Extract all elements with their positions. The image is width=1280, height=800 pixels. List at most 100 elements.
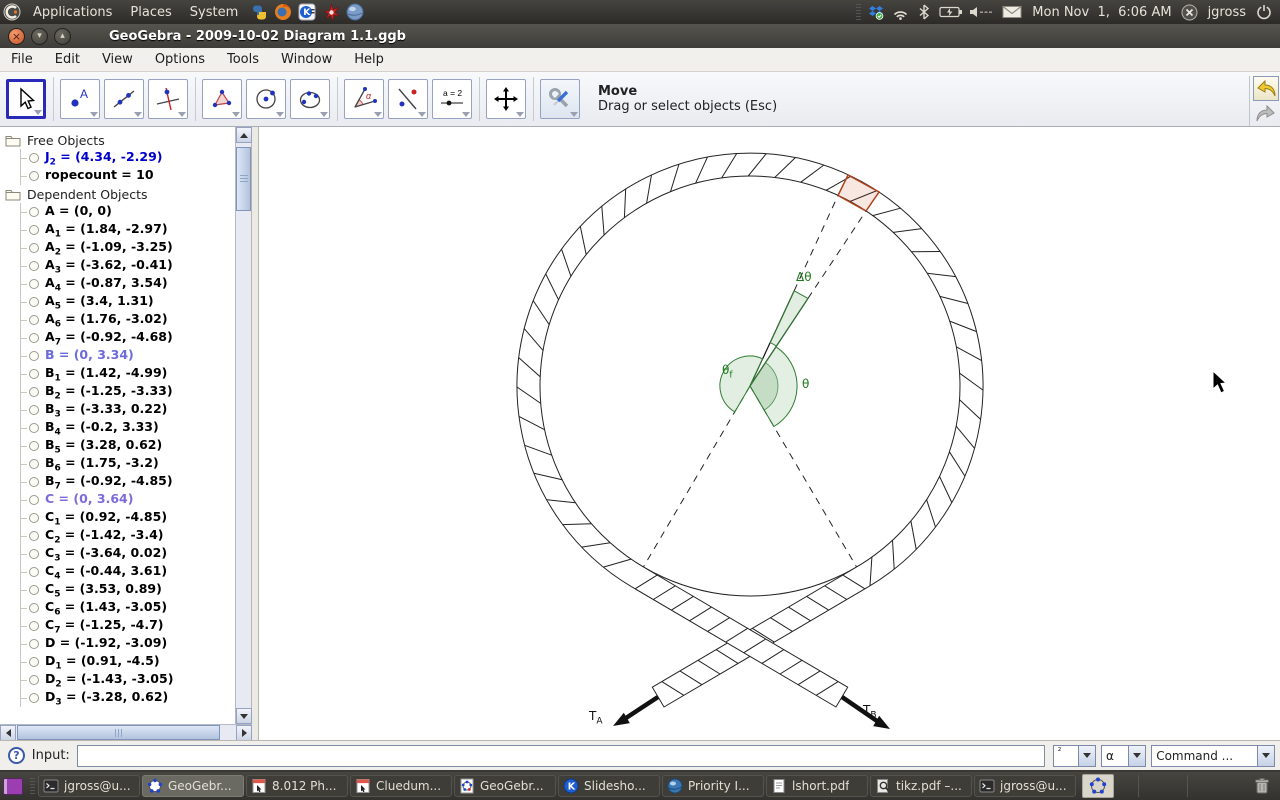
taskbar-window-button[interactable]: GeoGebr... [454, 775, 556, 797]
scroll-down-button[interactable] [236, 708, 252, 724]
panel-splitter[interactable] [252, 127, 259, 740]
visibility-toggle[interactable] [29, 441, 39, 451]
visibility-toggle[interactable] [29, 279, 39, 289]
taskbar-window-button[interactable]: tikz.pdf –... [870, 775, 972, 797]
visibility-toggle[interactable] [29, 315, 39, 325]
visibility-toggle[interactable] [29, 261, 39, 271]
move-tool-button[interactable] [6, 79, 46, 119]
dropdown-arrow-icon[interactable] [374, 112, 382, 117]
algebra-item-A_7[interactable]: A7 = (-0.92, -4.68) [0, 329, 234, 347]
algebra-item-B_6[interactable]: B6 = (1.75, -3.2) [0, 455, 234, 473]
visibility-toggle[interactable] [29, 423, 39, 433]
line-tool-button[interactable] [104, 79, 144, 119]
visibility-toggle[interactable] [29, 567, 39, 577]
circle-tool-button[interactable] [246, 79, 286, 119]
battery-icon[interactable] [938, 2, 964, 22]
firefox-launcher-icon[interactable] [273, 2, 293, 22]
exponent-dropdown[interactable]: ² [1053, 745, 1096, 767]
trash-icon[interactable] [1252, 776, 1272, 796]
dropdown-arrow-icon[interactable] [1128, 746, 1145, 766]
horizontal-scrollbar[interactable] [0, 724, 252, 740]
algebra-item-C_5[interactable]: C5 = (3.53, 0.89) [0, 581, 234, 599]
algebra-item-J_2[interactable]: J2 = (4.34, -2.29) [0, 149, 234, 167]
visibility-toggle[interactable] [29, 369, 39, 379]
dropdown-arrow-icon[interactable] [134, 112, 142, 117]
places-menu[interactable]: Places [121, 5, 180, 20]
algebra-item-B_5[interactable]: B5 = (3.28, 0.62) [0, 437, 234, 455]
point-tool-button[interactable]: A [60, 79, 100, 119]
algebra-item-D_3[interactable]: D3 = (-3.28, 0.62) [0, 689, 234, 707]
visibility-toggle[interactable] [29, 693, 39, 703]
polygon-tool-button[interactable] [202, 79, 242, 119]
taskbar-window-button[interactable]: Cluedum... [350, 775, 452, 797]
visibility-toggle[interactable] [29, 153, 39, 163]
dropdown-arrow-icon[interactable] [1257, 746, 1274, 766]
visibility-toggle[interactable] [29, 513, 39, 523]
mail-icon[interactable] [1000, 2, 1024, 22]
perpendicular-line-tool-button[interactable] [148, 79, 188, 119]
visibility-toggle[interactable] [29, 351, 39, 361]
globe-launcher-icon[interactable] [345, 2, 365, 22]
move-graphics-view-button[interactable] [486, 79, 526, 119]
taskbar-window-button[interactable]: 8.012 Ph... [246, 775, 348, 797]
reflect-tool-button[interactable] [388, 79, 428, 119]
k-education-launcher-icon[interactable]: K [297, 2, 317, 22]
dropdown-arrow-icon[interactable] [232, 112, 240, 117]
dropdown-arrow-icon[interactable] [570, 112, 578, 117]
algebra-item-A_5[interactable]: A5 = (3.4, 1.31) [0, 293, 234, 311]
algebra-item-A_6[interactable]: A6 = (1.76, -3.02) [0, 311, 234, 329]
visibility-toggle[interactable] [29, 585, 39, 595]
menu-edit[interactable]: Edit [44, 52, 91, 67]
visibility-toggle[interactable] [29, 333, 39, 343]
algebra-item-C_1[interactable]: C1 = (0.92, -4.85) [0, 509, 234, 527]
system-menu[interactable]: System [181, 5, 247, 20]
algebra-item-B_1[interactable]: B1 = (1.42, -4.99) [0, 365, 234, 383]
user-status-icon[interactable] [1180, 2, 1200, 22]
algebra-item-C_7[interactable]: C7 = (-1.25, -4.7) [0, 617, 234, 635]
algebra-item-C_2[interactable]: C2 = (-1.42, -3.4) [0, 527, 234, 545]
titlebar[interactable]: × ▾ ▴ GeoGebra - 2009-10-02 Diagram 1.1.… [0, 24, 1280, 48]
taskbar-window-button[interactable]: jgross@u... [974, 775, 1076, 797]
drop-down-arrow-icon[interactable] [418, 112, 426, 117]
algebra-item-ropecount[interactable]: ropecount = 10 [0, 167, 234, 185]
scroll-up-button[interactable] [236, 127, 252, 143]
visibility-toggle[interactable] [29, 531, 39, 541]
scroll-left-button[interactable] [0, 725, 16, 741]
power-icon[interactable] [1254, 2, 1274, 22]
menu-view[interactable]: View [91, 52, 144, 67]
taskbar-window-button[interactable]: jgross@u... [38, 775, 140, 797]
panel-grip[interactable] [856, 4, 861, 20]
custom-tools-button[interactable] [540, 79, 580, 119]
algebra-item-C_3[interactable]: C3 = (-3.64, 0.02) [0, 545, 234, 563]
dropdown-arrow-icon[interactable] [462, 112, 470, 117]
algebra-item-B_4[interactable]: B4 = (-0.2, 3.33) [0, 419, 234, 437]
visibility-toggle[interactable] [29, 657, 39, 667]
algebra-item-D[interactable]: D = (-1.92, -3.09) [0, 635, 234, 653]
distro-logo-icon[interactable] [2, 2, 22, 22]
visibility-toggle[interactable] [29, 225, 39, 235]
visibility-toggle[interactable] [29, 603, 39, 613]
input-field[interactable] [77, 745, 1045, 767]
taskbar-grip[interactable] [30, 778, 35, 794]
algebra-item-B_2[interactable]: B2 = (-1.25, -3.33) [0, 383, 234, 401]
visibility-toggle[interactable] [29, 639, 39, 649]
dropdown-arrow-icon[interactable] [516, 112, 524, 117]
user-name[interactable]: jgross [1208, 5, 1246, 20]
algebra-item-C[interactable]: C = (0, 3.64) [0, 491, 234, 509]
taskbar-window-button[interactable]: GeoGebr... [142, 775, 244, 797]
algebra-item-D_2[interactable]: D2 = (-1.43, -3.05) [0, 671, 234, 689]
algebra-item-B_7[interactable]: B7 = (-0.92, -4.85) [0, 473, 234, 491]
vertical-scrollbar[interactable] [235, 127, 251, 724]
visibility-toggle[interactable] [29, 297, 39, 307]
maximize-button[interactable]: ▴ [54, 28, 71, 45]
menu-file[interactable]: File [0, 52, 44, 67]
algebra-item-C_6[interactable]: C6 = (1.43, -3.05) [0, 599, 234, 617]
visibility-toggle[interactable] [29, 207, 39, 217]
undo-button[interactable] [1253, 76, 1279, 101]
volume-icon[interactable] [968, 2, 996, 22]
menu-help[interactable]: Help [343, 52, 395, 67]
menu-window[interactable]: Window [270, 52, 343, 67]
taskbar-window-button[interactable]: KSlidesho... [558, 775, 660, 797]
close-button[interactable]: × [8, 28, 25, 45]
show-desktop-icon[interactable] [3, 778, 23, 795]
